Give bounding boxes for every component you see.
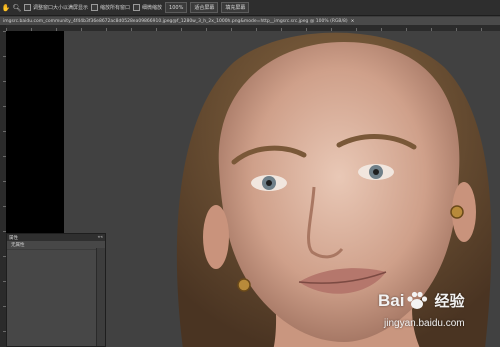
collapse-icon[interactable]: «« (97, 235, 103, 240)
watermark-logo: Bai 经验 (378, 290, 464, 311)
watermark-brand: Bai (378, 290, 405, 310)
fit-screen-button[interactable]: 适合屏幕 (190, 2, 219, 13)
document-tab[interactable]: imgsrc.baidu.com_community_4f44b3f36e867… (0, 17, 500, 25)
watermark-url: jingyan.baidu.com (384, 318, 465, 329)
panel-subtitle: 无属性 (7, 241, 105, 250)
checkbox-label: 细微缩放 (142, 5, 163, 11)
checkbox-box[interactable] (24, 4, 31, 11)
watermark-brand-suffix: 经验 (434, 293, 465, 310)
panel-title: 属性 (9, 235, 18, 241)
checkbox-box[interactable] (91, 4, 99, 11)
checkbox-label: 调整窗口大小以满屏显示 (33, 5, 89, 11)
checkbox-box[interactable] (133, 4, 141, 11)
options-bar: ✋ 🔍︎ 调整窗口大小以满屏显示 缩放所有窗口 细微缩放 100% 适合屏幕 填… (0, 0, 500, 16)
hand-icon[interactable]: ✋ (2, 4, 11, 12)
zoom-all-windows-checkbox[interactable]: 缩放所有窗口 (91, 4, 130, 11)
paw-icon (407, 291, 428, 309)
resize-windows-checkbox[interactable]: 调整窗口大小以满屏显示 (24, 4, 88, 11)
panel-header[interactable]: 属性 «« (7, 234, 105, 241)
panel-scrollbar[interactable] (96, 248, 105, 346)
scrubby-zoom-checkbox[interactable]: 细微缩放 (133, 4, 162, 11)
close-icon[interactable]: × (351, 19, 355, 24)
fill-screen-button[interactable]: 填充屏幕 (221, 2, 250, 13)
zoom-100-button[interactable]: 100% (165, 2, 188, 13)
baidu-jingyan-watermark: Bai 经验 jingyan.baidu.com (378, 290, 496, 342)
document-tab-title: imgsrc.baidu.com_community_4f44b3f36e867… (3, 18, 348, 24)
properties-panel: 属性 «« 无属性 (6, 233, 106, 347)
zoom-icon[interactable]: 🔍︎ (13, 4, 22, 12)
checkbox-label: 缩放所有窗口 (100, 5, 131, 11)
